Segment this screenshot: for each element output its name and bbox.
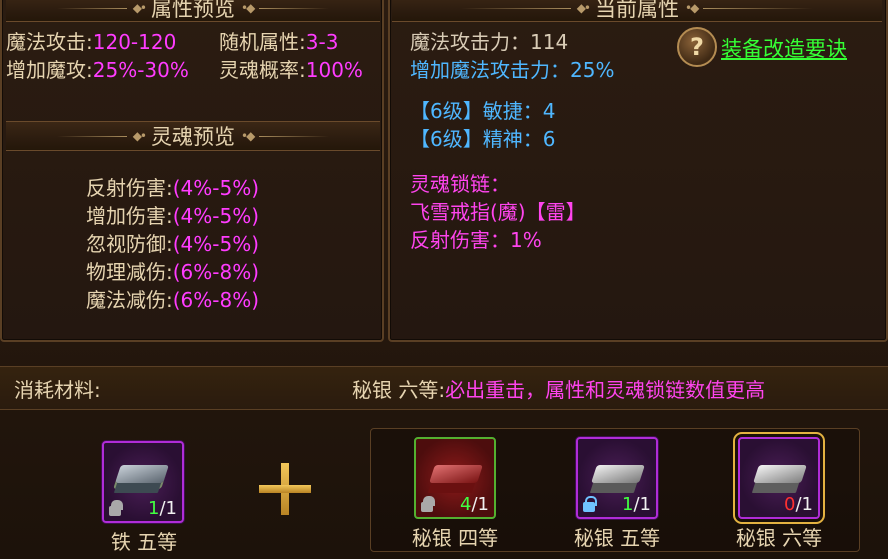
current-attribute-header: ◆• 当前属性 •◆	[392, 0, 882, 22]
soul-stat-label: 魔法减伤:	[86, 288, 173, 312]
ornament-right-icon: •◆	[241, 1, 255, 15]
stat-label: 增加魔攻:	[6, 58, 93, 82]
ornament-line-left	[460, 7, 571, 9]
stat-soul-chance: 灵魂概率:100%	[219, 56, 363, 84]
soul-chain-item: 飞雪戒指(魔)【雷】	[410, 200, 586, 224]
material-option-slot[interactable]: 1/1	[576, 437, 658, 519]
option-count: 0/1	[784, 494, 813, 515]
silver-ingot-icon	[591, 465, 645, 483]
material-option-name: 秘银 五等	[573, 526, 661, 550]
material-hint: 秘银 六等:必出重击，属性和灵魂锁链数值更高	[352, 376, 765, 404]
stat-value: 25%-30%	[92, 58, 189, 82]
upgrade-guide-link[interactable]: 装备改造要诀	[721, 33, 847, 63]
ornament-line-right	[703, 7, 814, 9]
soul-stat-magic-reduce: 魔法减伤:(6%-8%)	[86, 286, 259, 314]
red-ingot-icon	[429, 465, 483, 483]
iron-ingot-icon	[115, 465, 169, 483]
stat-value: 3-3	[305, 30, 339, 54]
soul-preview-header: ◆• 灵魂预览 •◆	[6, 121, 380, 151]
help-question-icon[interactable]: ?	[677, 27, 717, 67]
current-attribute-title: 当前属性	[595, 0, 679, 21]
count-need: /1	[795, 494, 813, 515]
soul-stat-phys-reduce: 物理减伤:(6%-8%)	[86, 258, 259, 286]
base-item-count: 1/1	[148, 498, 177, 519]
stat-label: 灵魂概率:	[219, 58, 306, 82]
stat-label: 魔法攻击:	[6, 30, 93, 54]
lock-icon	[109, 500, 123, 516]
attribute-preview-title: 属性预览	[151, 0, 235, 21]
count-need: /1	[633, 494, 651, 515]
count-need: /1	[471, 494, 489, 515]
soul-stat-value: (4%-5%)	[172, 176, 260, 200]
current-magic-attack: 魔法攻击力：114	[410, 30, 569, 54]
material-option-name: 秘银 四等	[411, 526, 499, 550]
ornament-left-icon: ◆•	[132, 1, 147, 15]
soul-chain-effect: 反射伤害：1%	[410, 228, 542, 252]
soul-stat-reflect: 反射伤害:(4%-5%)	[86, 174, 259, 202]
ornament-line-right	[259, 135, 330, 137]
stat-label: 随机属性:	[219, 30, 306, 54]
soul-stat-label: 忽视防御:	[86, 232, 173, 256]
lock-icon	[583, 496, 597, 512]
stat-magic-bonus: 增加魔攻:25%-30%	[6, 56, 189, 84]
soul-preview-title: 灵魂预览	[151, 125, 235, 149]
material-option-slot[interactable]: 4/1	[414, 437, 496, 519]
count-have: 1	[148, 498, 160, 519]
silver-ingot-icon	[753, 465, 807, 483]
ornament-left-icon: ◆•	[132, 129, 147, 143]
option-count: 1/1	[622, 494, 651, 515]
soul-stat-label: 增加伤害:	[86, 204, 173, 228]
soul-stat-value: (6%-8%)	[172, 288, 260, 312]
soul-stat-damage: 增加伤害:(4%-5%)	[86, 202, 259, 230]
count-have: 4	[460, 494, 472, 515]
ornament-left-icon: ◆•	[576, 1, 591, 15]
base-item-slot[interactable]: 1/1	[102, 441, 184, 523]
count-have: 0	[784, 494, 796, 515]
equipment-upgrade-window: ◆• 属性预览 •◆ 魔法攻击:120-120 随机属性:3-3 增加魔攻:25…	[0, 0, 888, 559]
material-hint-item: 秘银 六等:	[352, 378, 446, 402]
stat-value: 100%	[305, 58, 363, 82]
soul-stat-ignore-def: 忽视防御:(4%-5%)	[86, 230, 259, 258]
lock-icon	[421, 496, 435, 512]
ornament-line-right	[259, 7, 330, 9]
soul-stat-label: 反射伤害:	[86, 176, 173, 200]
soul-stat-label: 物理减伤:	[86, 260, 173, 284]
soul-chain-title: 灵魂锁链：	[410, 172, 510, 196]
ornament-line-left	[56, 7, 127, 9]
current-attr-spirit: 【6级】精神：6	[410, 127, 556, 151]
current-attr-agility: 【6级】敏捷：4	[410, 99, 556, 123]
stat-magic-attack: 魔法攻击:120-120	[6, 28, 176, 56]
attribute-preview-header: ◆• 属性预览 •◆	[6, 0, 380, 22]
ornament-line-left	[56, 135, 127, 137]
option-count: 4/1	[460, 494, 489, 515]
stat-random-attr: 随机属性:3-3	[219, 28, 338, 56]
soul-stat-value: (4%-5%)	[172, 232, 260, 256]
material-option-slot-selected[interactable]: 0/1	[733, 432, 825, 524]
ornament-right-icon: •◆	[685, 1, 699, 15]
count-have: 1	[622, 494, 634, 515]
stat-value: 120-120	[92, 30, 177, 54]
base-item-name: 铁 五等	[110, 530, 178, 554]
ornament-right-icon: •◆	[241, 129, 255, 143]
current-magic-attack-bonus: 增加魔法攻击力：25%	[410, 58, 615, 82]
count-need: /1	[159, 498, 177, 519]
material-label: 消耗材料:	[14, 378, 101, 402]
soul-stat-value: (6%-8%)	[172, 260, 260, 284]
plus-icon	[259, 463, 311, 515]
soul-stat-value: (4%-5%)	[172, 204, 260, 228]
material-option-name: 秘银 六等	[735, 526, 823, 550]
material-hint-text: 必出重击，属性和灵魂锁链数值更高	[445, 378, 766, 402]
